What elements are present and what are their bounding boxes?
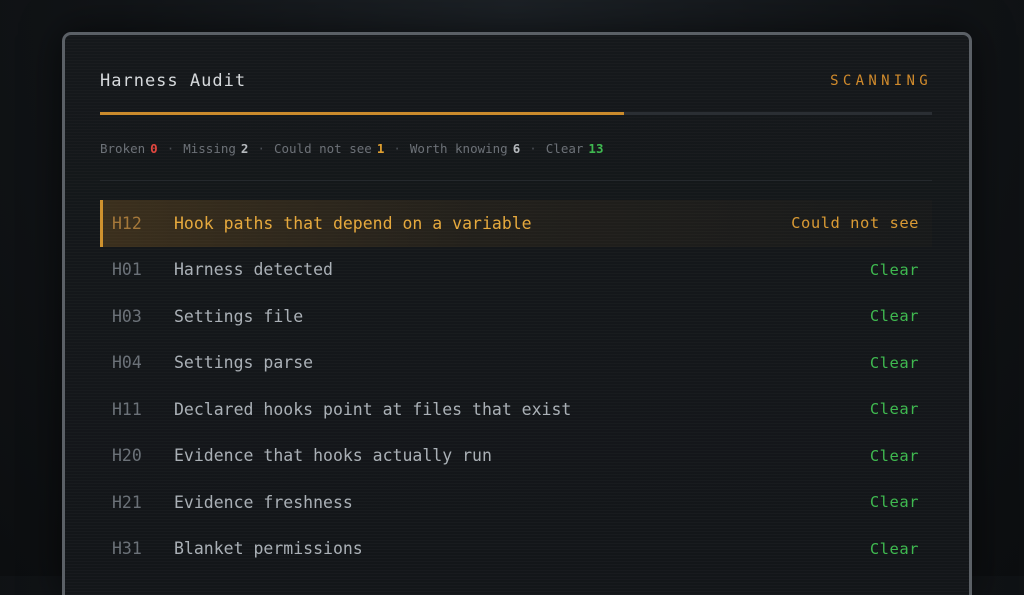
check-result: Clear	[869, 539, 919, 558]
page-title: Harness Audit	[100, 71, 247, 91]
check-name: Harness detected	[174, 260, 333, 280]
check-row-h31[interactable]: H31 Blanket permissions Clear	[100, 526, 932, 573]
summary-count: 13	[588, 141, 604, 156]
check-row-h11[interactable]: H11 Declared hooks point at files that e…	[100, 386, 932, 433]
check-code: H21	[112, 492, 142, 512]
check-code: H01	[112, 260, 142, 280]
summary-missing: Missing 2	[183, 141, 248, 156]
summary-count: 0	[150, 141, 158, 156]
summary-separator: ·	[166, 141, 175, 156]
check-result: Clear	[869, 353, 919, 372]
summary-worth-knowing: Worth knowing 6	[410, 141, 520, 156]
summary-label: Missing	[183, 141, 236, 156]
summary-count: 1	[376, 141, 385, 156]
check-result: Clear	[869, 400, 919, 419]
check-name: Settings file	[174, 306, 304, 326]
check-result: Clear	[869, 260, 919, 279]
audit-panel: Harness Audit SCANNING Broken 0 · Missing 2 ·…	[62, 32, 972, 595]
check-list: H12 Hook paths that depend on a variable…	[100, 200, 932, 572]
check-row-h03[interactable]: H03 Settings file Clear	[100, 293, 932, 340]
check-code: H04	[112, 353, 142, 373]
summary-label: Broken	[100, 141, 146, 156]
summary-label: Could not see	[273, 141, 372, 156]
check-row-h21[interactable]: H21 Evidence freshness Clear	[100, 479, 932, 526]
summary-separator: ·	[393, 141, 401, 156]
check-code: H31	[112, 539, 142, 559]
check-result: Clear	[869, 307, 919, 326]
check-code: H12	[112, 213, 142, 233]
summary-counts: Broken 0 · Missing 2 · Could not see 1 · Worth kn…	[100, 141, 603, 156]
summary-clear: Clear 13	[546, 141, 604, 156]
check-row-h01[interactable]: H01 Harness detected Clear	[100, 247, 932, 294]
summary-label: Worth knowing	[409, 141, 508, 156]
check-row-h12[interactable]: H12 Hook paths that depend on a variable…	[100, 200, 932, 247]
check-name: Evidence freshness	[174, 492, 353, 512]
scan-progress-fill	[100, 112, 625, 115]
check-name: Settings parse	[174, 353, 314, 373]
check-name: Evidence that hooks actually run	[174, 446, 492, 466]
check-code: H03	[112, 306, 142, 326]
check-name: Hook paths that depend on a variable	[174, 213, 532, 233]
check-row-h20[interactable]: H20 Evidence that hooks actually run Cle…	[100, 433, 932, 480]
summary-broken: Broken 0	[100, 141, 158, 156]
divider	[100, 180, 932, 181]
summary-label: Clear	[545, 141, 584, 156]
check-name: Blanket permissions	[174, 539, 363, 559]
summary-count: 2	[240, 141, 249, 156]
check-code: H20	[112, 446, 142, 466]
panel-header: Harness Audit SCANNING	[100, 71, 932, 95]
summary-count: 6	[512, 141, 521, 156]
check-code: H11	[112, 399, 142, 419]
summary-separator: ·	[529, 141, 537, 156]
scan-progress-bar	[100, 112, 932, 115]
summary-separator: ·	[257, 141, 265, 156]
check-result: Clear	[869, 493, 919, 512]
check-result: Clear	[869, 446, 919, 465]
check-result: Could not see	[791, 214, 919, 233]
summary-could-not-see: Could not see 1	[274, 141, 384, 156]
check-row-h04[interactable]: H04 Settings parse Clear	[100, 340, 932, 387]
check-name: Declared hooks point at files that exist	[174, 399, 572, 419]
scan-status-label: SCANNING	[830, 73, 932, 89]
